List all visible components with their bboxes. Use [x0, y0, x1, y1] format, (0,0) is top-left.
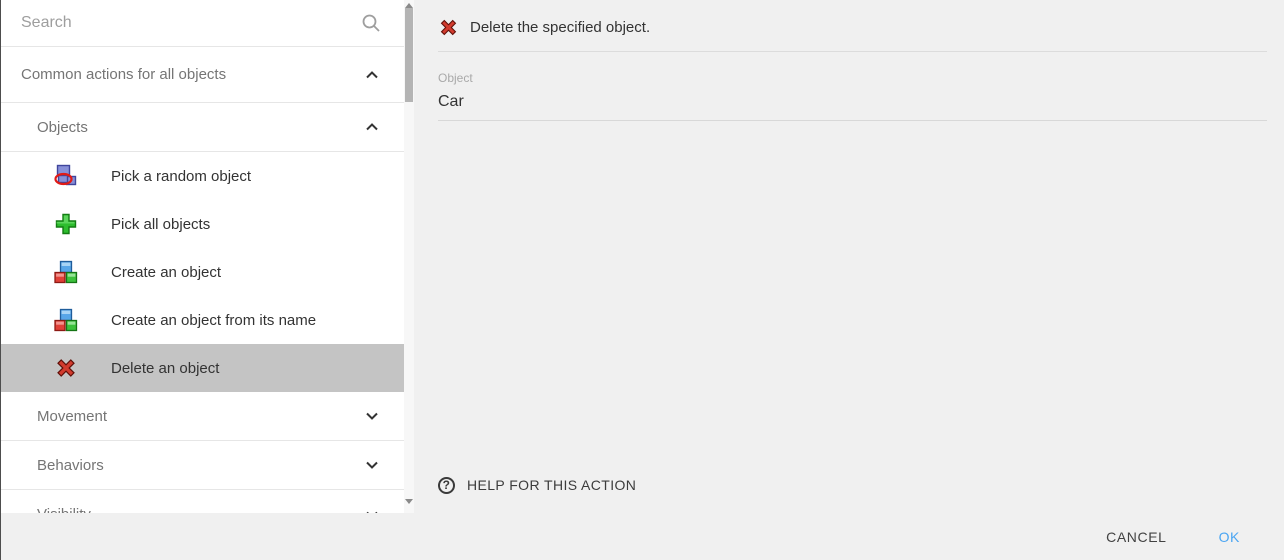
search-input[interactable] — [21, 14, 360, 32]
dialog-footer: CANCEL OK — [1, 513, 1284, 560]
pick-all-objects-icon — [53, 211, 79, 237]
action-item-label: Create an object from its name — [111, 312, 316, 329]
section-label: Common actions for all objects — [21, 66, 226, 83]
object-field-input[interactable] — [438, 90, 1267, 121]
help-button[interactable]: ? HELP FOR THIS ACTION — [438, 467, 648, 503]
section-common-actions[interactable]: Common actions for all objects — [1, 47, 404, 103]
action-editor-panel: Delete the specified object. Object ? HE… — [414, 0, 1284, 513]
action-item-pick-all-objects[interactable]: Pick all objects — [1, 200, 404, 248]
search-bar — [1, 0, 404, 47]
action-item-create-object[interactable]: Create an object — [1, 248, 404, 296]
action-item-label: Delete an object — [111, 360, 219, 377]
section-label: Movement — [37, 408, 107, 425]
editor-title: Delete the specified object. — [470, 19, 650, 36]
instruction-editor-dialog: Common actions for all objects Objects — [0, 0, 1284, 560]
chevron-up-icon — [360, 115, 384, 139]
object-field: Object — [438, 71, 1267, 121]
create-object-icon — [53, 259, 79, 285]
action-item-label: Pick a random object — [111, 168, 251, 185]
ok-button[interactable]: OK — [1203, 521, 1256, 553]
section-objects[interactable]: Objects — [1, 103, 404, 152]
action-list-panel: Common actions for all objects Objects — [1, 0, 414, 513]
section-behaviors[interactable]: Behaviors — [1, 441, 404, 490]
object-field-label: Object — [438, 71, 1267, 85]
help-button-label: HELP FOR THIS ACTION — [467, 477, 636, 493]
section-visibility[interactable]: Visibility — [1, 490, 404, 513]
create-object-icon — [53, 307, 79, 333]
chevron-down-icon — [360, 404, 384, 428]
help-circle-icon: ? — [438, 477, 455, 494]
search-icon — [360, 12, 382, 34]
pick-random-object-icon — [53, 163, 79, 189]
left-panel-scrollbar[interactable] — [404, 0, 414, 513]
editor-header: Delete the specified object. — [438, 0, 1267, 38]
cancel-button[interactable]: CANCEL — [1090, 521, 1182, 553]
header-divider — [438, 51, 1267, 52]
scrollbar-down-arrow-icon[interactable] — [405, 499, 413, 504]
section-movement[interactable]: Movement — [1, 392, 404, 441]
action-item-create-object-from-name[interactable]: Create an object from its name — [1, 296, 404, 344]
scrollbar-thumb[interactable] — [405, 8, 413, 102]
action-item-delete-object[interactable]: Delete an object — [1, 344, 404, 392]
section-label: Behaviors — [37, 457, 104, 474]
action-item-label: Create an object — [111, 264, 221, 281]
section-label: Objects — [37, 119, 88, 136]
chevron-down-icon — [360, 503, 384, 514]
delete-object-icon — [53, 355, 79, 381]
delete-red-x-icon — [438, 17, 459, 38]
action-item-pick-random-object[interactable]: Pick a random object — [1, 152, 404, 200]
chevron-up-icon — [360, 63, 384, 87]
action-item-label: Pick all objects — [111, 216, 210, 233]
section-label: Visibility — [37, 506, 91, 513]
chevron-down-icon — [360, 453, 384, 477]
